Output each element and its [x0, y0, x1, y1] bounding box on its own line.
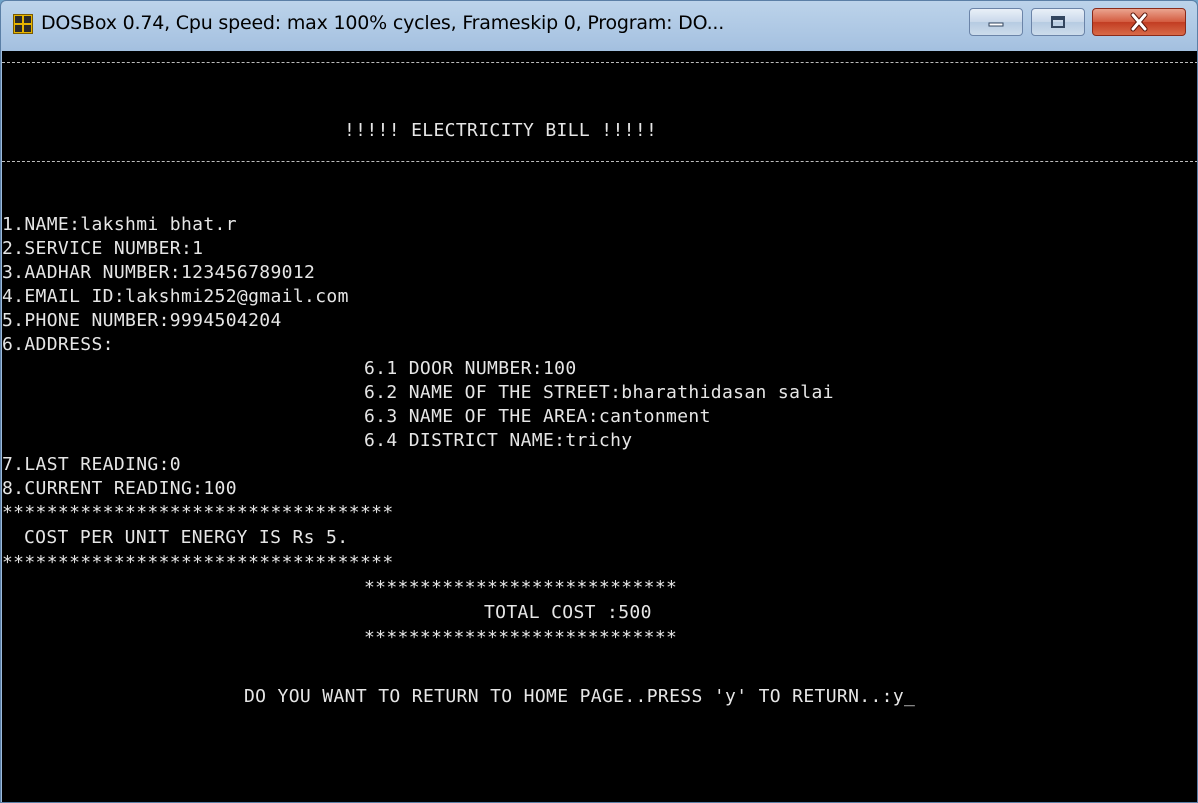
- star-divider-total: ****************************: [364, 627, 678, 648]
- dosbox-window: DOSBox 0.74, Cpu speed: max 100% cycles,…: [0, 0, 1198, 803]
- minimize-icon: [988, 22, 1004, 27]
- dosbox-icon[interactable]: [13, 14, 33, 34]
- total-cost: TOTAL COST :500: [484, 602, 652, 623]
- field-current-reading: 8.CURRENT READING:100: [2, 478, 237, 499]
- bill-header: !!!!! ELECTRICITY BILL !!!!!: [344, 120, 658, 141]
- field-aadhar-number: 3.AADHAR NUMBER:123456789012: [2, 262, 316, 283]
- maximize-button[interactable]: [1031, 8, 1085, 36]
- maximize-icon: [1051, 16, 1065, 28]
- address-street: 6.2 NAME OF THE STREET:bharathidasan sal…: [364, 382, 834, 403]
- return-prompt[interactable]: DO YOU WANT TO RETURN TO HOME PAGE..PRES…: [244, 685, 915, 709]
- separator-line: [2, 62, 1197, 63]
- address-district: 6.4 DISTRICT NAME:trichy: [364, 430, 633, 451]
- dos-console-screen[interactable]: !!!!! ELECTRICITY BILL !!!!! 1.NAME:laks…: [2, 51, 1197, 802]
- field-last-reading: 7.LAST READING:0: [2, 454, 181, 475]
- window-title: DOSBox 0.74, Cpu speed: max 100% cycles,…: [41, 12, 725, 34]
- close-button[interactable]: [1092, 8, 1186, 36]
- address-door-number: 6.1 DOOR NUMBER:100: [364, 358, 577, 379]
- star-divider: ***********************************: [2, 552, 394, 573]
- field-email-id: 4.EMAIL ID:lakshmi252@gmail.com: [2, 286, 349, 307]
- address-area: 6.3 NAME OF THE AREA:cantonment: [364, 406, 711, 427]
- dosbox-icon-graphic: [15, 16, 31, 32]
- field-name: 1.NAME:lakshmi bhat.r: [2, 214, 237, 235]
- star-divider-total: ****************************: [364, 577, 678, 598]
- close-icon: [1130, 12, 1148, 32]
- separator-line: [2, 161, 1197, 162]
- title-bar[interactable]: DOSBox 0.74, Cpu speed: max 100% cycles,…: [1, 1, 1197, 51]
- minimize-button[interactable]: [969, 8, 1023, 36]
- field-phone-number: 5.PHONE NUMBER:9994504204: [2, 310, 282, 331]
- field-address: 6.ADDRESS:: [2, 334, 114, 355]
- field-service-number: 2.SERVICE NUMBER:1: [2, 238, 204, 259]
- star-divider: ***********************************: [2, 502, 394, 523]
- cost-per-unit: COST PER UNIT ENERGY IS Rs 5.: [24, 527, 349, 548]
